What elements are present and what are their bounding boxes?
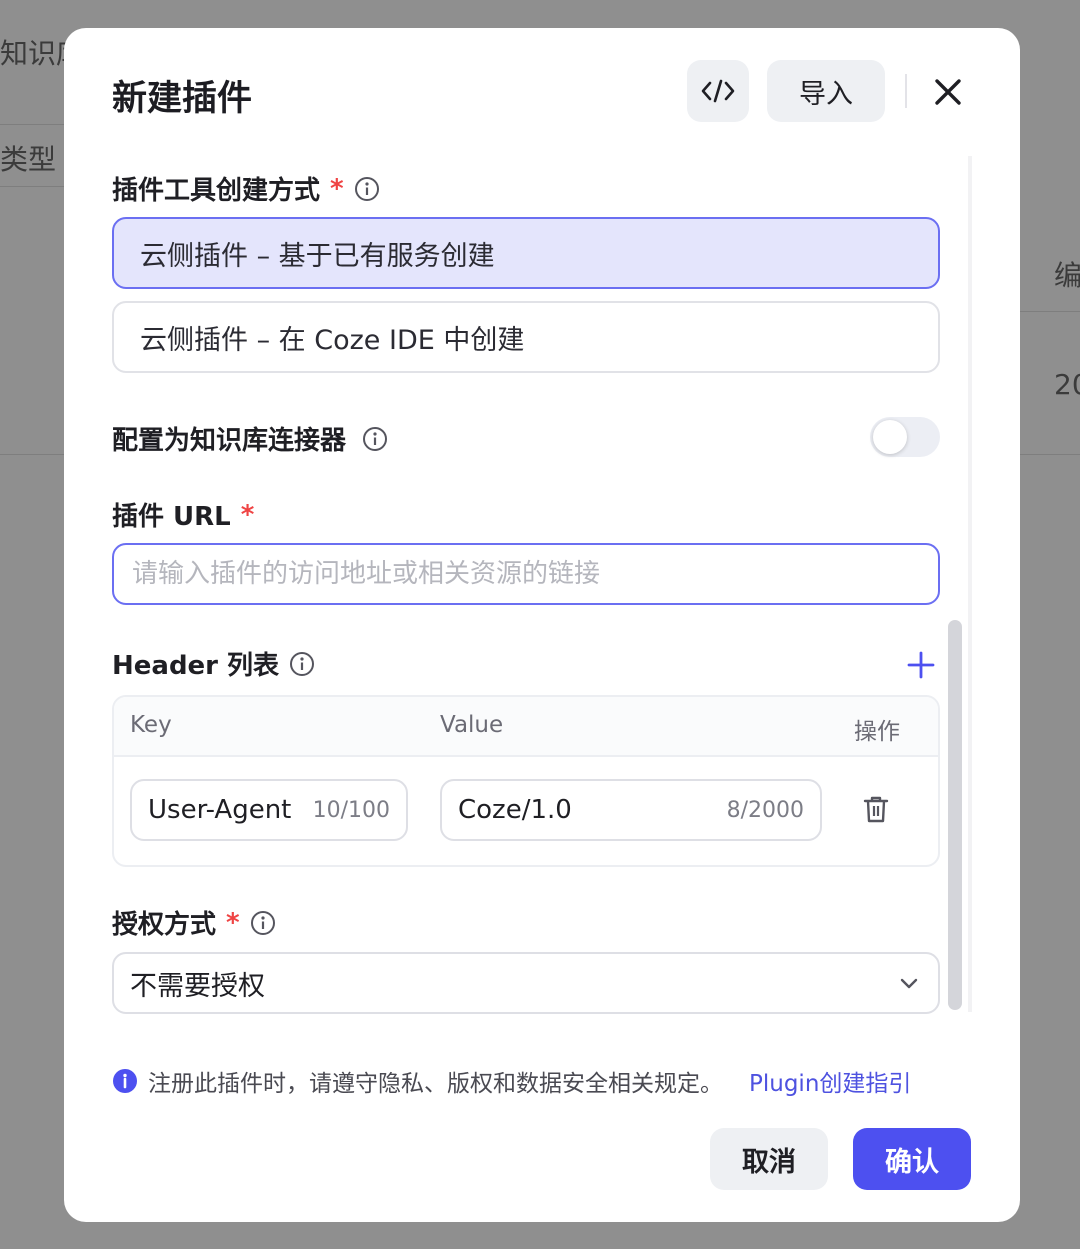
knowledge-connector-label-text: 配置为知识库连接器: [112, 426, 347, 456]
option-coze-ide[interactable]: 云侧插件 – 在 Coze IDE 中创建: [112, 301, 940, 373]
info-icon[interactable]: [289, 651, 315, 677]
code-icon: [701, 79, 735, 103]
creation-method-label: 插件工具创建方式 *: [112, 170, 380, 207]
header-value-count: 8/2000: [726, 797, 804, 823]
plugin-url-label-text: 插件 URL: [112, 502, 231, 532]
required-mark: *: [240, 499, 255, 530]
import-button[interactable]: 导入: [767, 60, 885, 122]
auth-label-text: 授权方式: [112, 910, 217, 940]
add-header-icon[interactable]: [904, 648, 938, 682]
bg-divider: [1020, 454, 1080, 455]
dialog-title: 新建插件: [112, 79, 253, 119]
cancel-button[interactable]: 取消: [710, 1128, 828, 1190]
bg-divider: [0, 124, 64, 125]
table-header: Key Value 操作: [114, 697, 938, 757]
auth-selected-value: 不需要授权: [130, 970, 265, 1002]
column-value: Value: [440, 712, 504, 738]
header-value-value: Coze/1.0: [458, 795, 572, 825]
option-existing-service[interactable]: 云侧插件 – 基于已有服务创建: [112, 217, 940, 289]
header-table: Key Value 操作 User-Agent 10/100 Coze/1.0 …: [112, 695, 940, 867]
bg-edit-text: 编: [1054, 259, 1080, 292]
create-plugin-dialog: 新建插件 导入 插件工具创建方式 * 云侧插件 – 基于已有服务创建 云侧插件 …: [64, 28, 1020, 1222]
creation-method-label-text: 插件工具创建方式: [112, 176, 321, 206]
required-mark: *: [226, 907, 240, 938]
plugin-url-label: 插件 URL *: [112, 496, 254, 533]
info-icon[interactable]: [354, 176, 380, 202]
trash-icon[interactable]: [860, 793, 892, 825]
header-key-count: 10/100: [312, 797, 390, 823]
compliance-notice: 注册此插件时，请遵守隐私、版权和数据安全相关规定。 Plugin创建指引: [112, 1064, 911, 1098]
header-list-label: Header 列表: [112, 645, 315, 682]
header-key-value: User-Agent: [148, 795, 292, 825]
column-key: Key: [130, 712, 172, 738]
info-filled-icon: [113, 1069, 137, 1093]
scrollbar-track: [968, 156, 972, 1012]
toggle-knob: [873, 420, 907, 454]
auth-select[interactable]: 不需要授权: [112, 952, 940, 1014]
header-list-label-text: Header 列表: [112, 651, 280, 681]
notice-text: 注册此插件时，请遵守隐私、版权和数据安全相关规定。: [148, 1071, 723, 1097]
confirm-button[interactable]: 确认: [853, 1128, 971, 1190]
header-value-input[interactable]: Coze/1.0 8/2000: [440, 779, 822, 841]
header-divider: [905, 74, 907, 108]
bg-type-text: 类型: [0, 143, 57, 176]
bg-divider: [0, 454, 64, 455]
code-view-button[interactable]: [687, 60, 749, 122]
plugin-url-input[interactable]: [112, 543, 940, 605]
chevron-down-icon: [900, 978, 918, 989]
info-icon[interactable]: [362, 426, 388, 452]
bg-divider: [0, 186, 64, 187]
info-icon[interactable]: [250, 910, 276, 936]
knowledge-connector-label: 配置为知识库连接器: [112, 420, 388, 457]
plugin-guide-link[interactable]: Plugin创建指引: [749, 1064, 911, 1098]
bg-divider: [1020, 311, 1080, 312]
close-icon[interactable]: [928, 72, 968, 112]
column-action: 操作: [854, 719, 900, 745]
scrollbar-thumb[interactable]: [948, 620, 962, 1010]
auth-label: 授权方式 *: [112, 904, 276, 941]
bg-date-text: 20: [1054, 368, 1080, 401]
knowledge-connector-toggle[interactable]: [870, 417, 940, 457]
header-key-input[interactable]: User-Agent 10/100: [130, 779, 408, 841]
required-mark: *: [330, 173, 344, 204]
